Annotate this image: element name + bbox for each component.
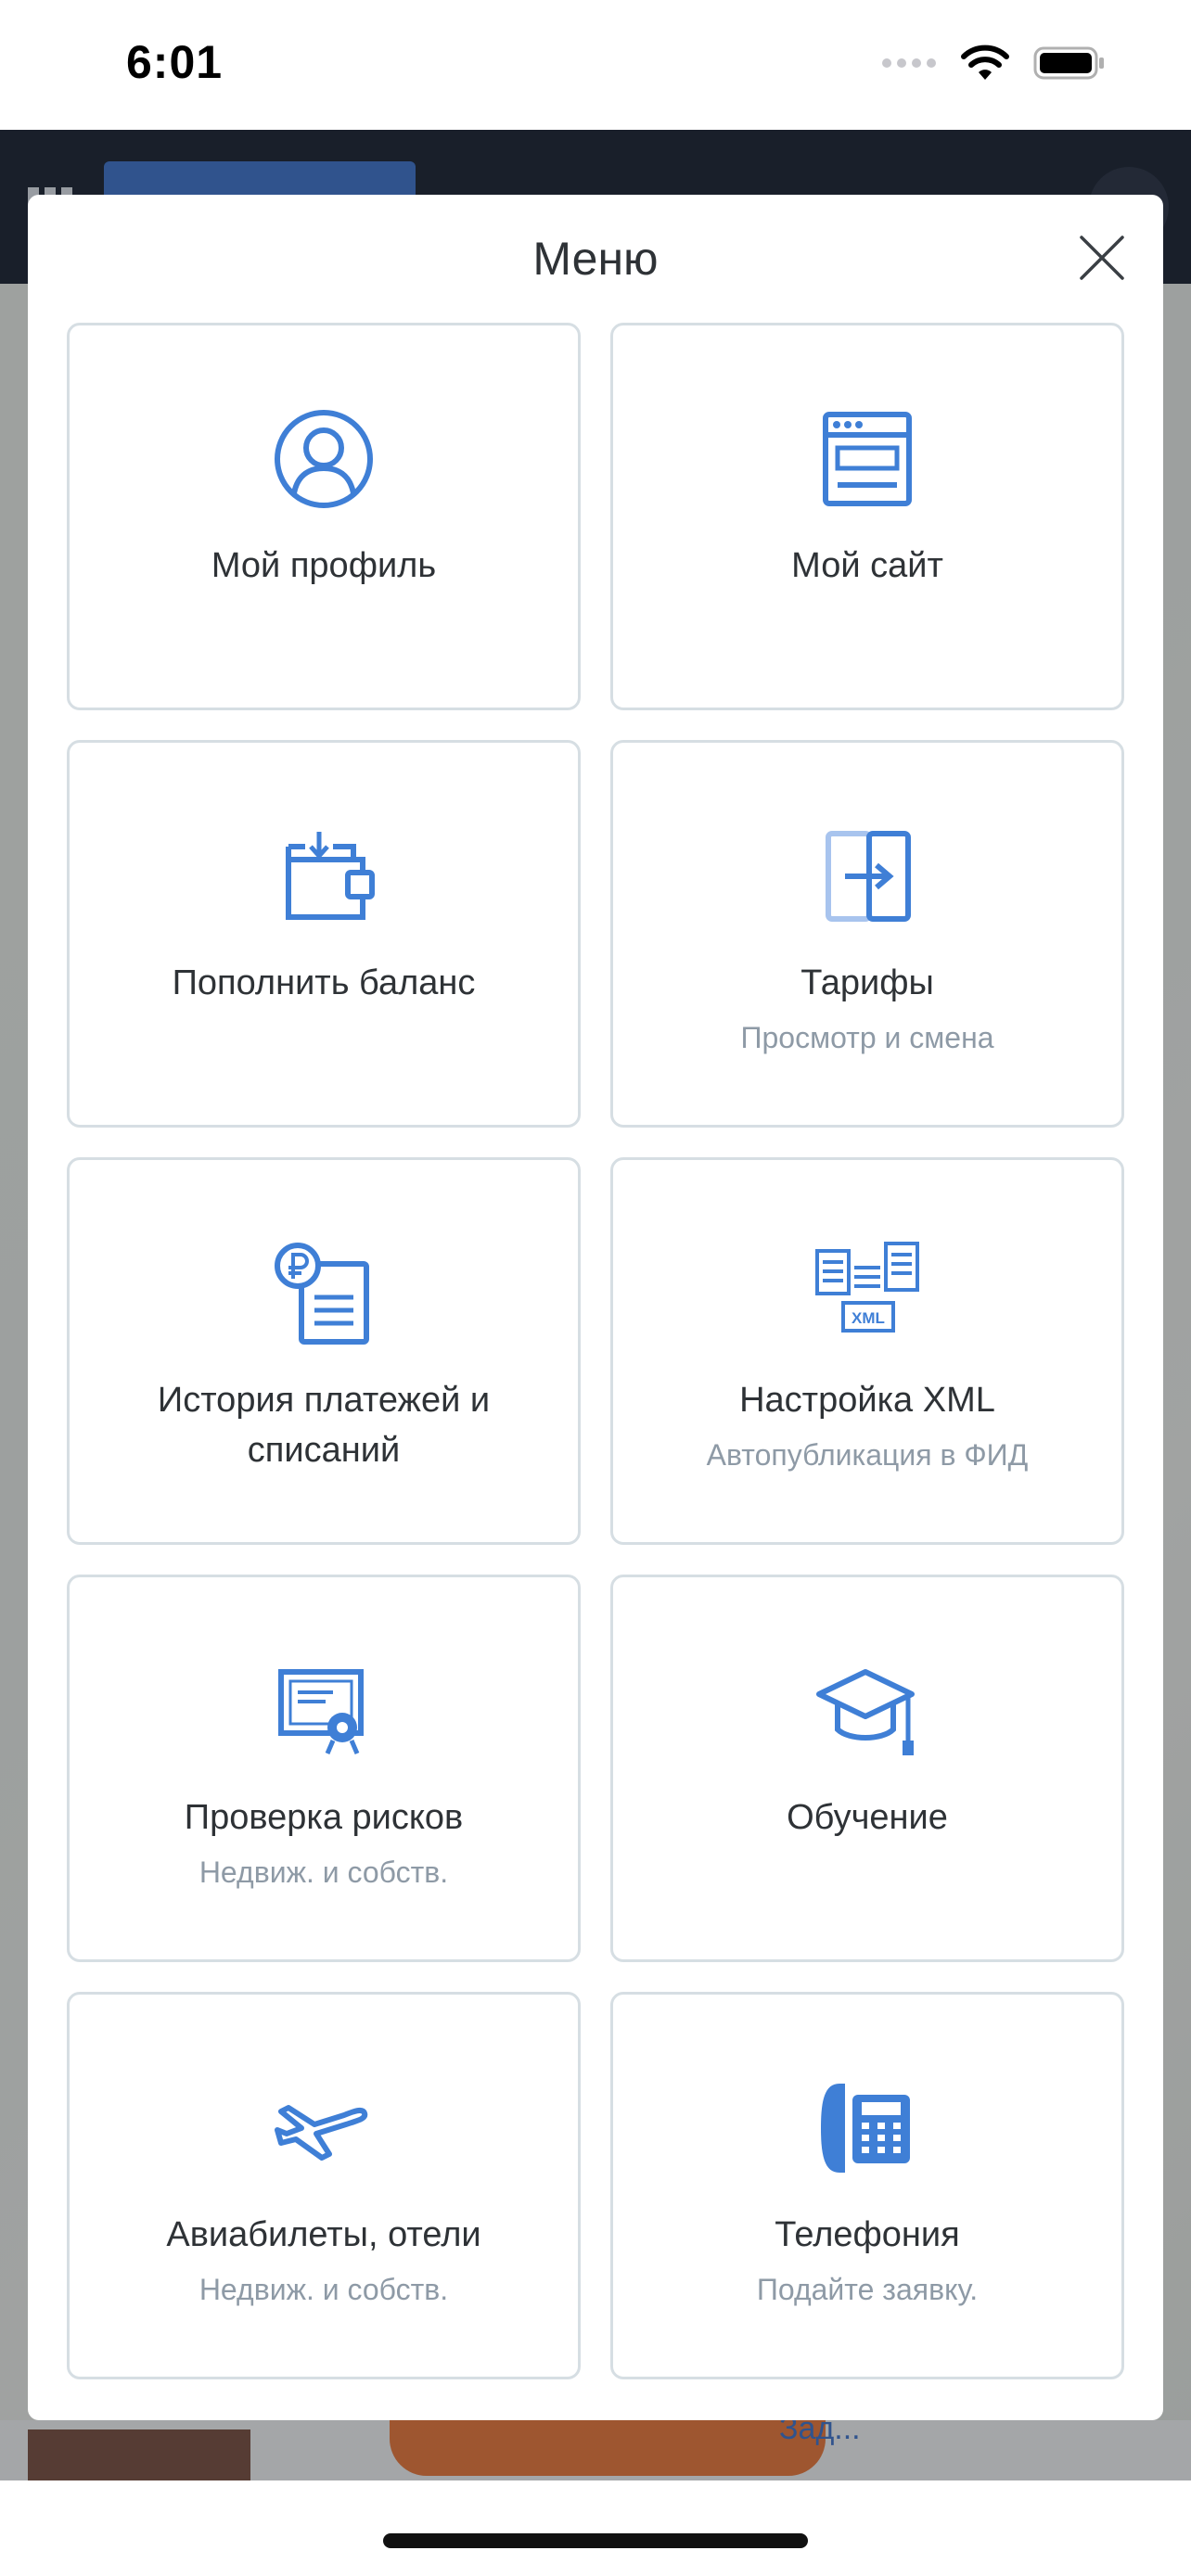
menu-item-label: Мой профиль: [211, 546, 437, 585]
status-icons: [881, 45, 1108, 82]
close-icon: [1080, 236, 1124, 280]
menu-item-subtitle: Автопубликация в ФИД: [706, 1438, 1029, 1472]
menu-item-subtitle: Подайте заявку.: [756, 2273, 979, 2306]
browser-window-icon: [823, 412, 912, 506]
menu-item-label: Тарифы: [800, 963, 934, 1002]
menu-item-label: Проверка рисков: [184, 1798, 464, 1837]
ruble-document-icon: [275, 1243, 369, 1345]
certificate-icon: [278, 1669, 364, 1754]
menu-item-label: Пополнить баланс: [172, 963, 476, 1002]
menu-item-xml-settings[interactable]: XML Настройка XML Автопубликация в ФИД: [610, 1157, 1124, 1545]
close-button[interactable]: [1072, 228, 1132, 287]
user-circle-icon: [275, 410, 373, 508]
menu-item-tariffs[interactable]: Тарифы Просмотр и смена: [610, 740, 1124, 1128]
menu-item-label: Телефония: [775, 2215, 960, 2254]
menu-item-label: Авиабилеты, отели: [166, 2215, 481, 2254]
menu-item-subtitle: Просмотр и смена: [740, 1021, 994, 1054]
status-time: 6:01: [126, 36, 224, 88]
wifi-icon: [961, 45, 1009, 80]
wallet-icon: [286, 832, 375, 920]
telephone-icon: [821, 2084, 910, 2173]
cellular-signal-icon: [882, 58, 936, 68]
menu-item-top-up-balance[interactable]: Пополнить баланс: [67, 740, 581, 1128]
xml-feed-icon: XML: [815, 1242, 919, 1333]
menu-item-label: Настройка XML: [739, 1381, 995, 1420]
menu-item-flights-hotels[interactable]: Авиабилеты, отели Недвиж. и собств.: [67, 1992, 581, 2379]
menu-item-label: Мой сайт: [791, 546, 943, 585]
battery-icon: [1033, 46, 1104, 80]
status-bar: 6:01: [0, 0, 1191, 130]
menu-item-label: Обучение: [787, 1798, 948, 1837]
menu-item-subtitle: Недвиж. и собств.: [198, 2273, 449, 2306]
svg-text:XML: XML: [852, 1309, 885, 1327]
menu-item-risk-check[interactable]: Проверка рисков Недвиж. и собств.: [67, 1575, 581, 1962]
menu-item-training[interactable]: Обучение: [610, 1575, 1124, 1962]
airplane-icon: [275, 2105, 368, 2161]
graduation-cap-icon: [816, 1669, 915, 1755]
menu-item-profile[interactable]: Мой профиль: [67, 323, 581, 710]
switch-plan-icon: [826, 831, 911, 922]
home-indicator[interactable]: [383, 2533, 808, 2548]
menu-item-subtitle: Недвиж. и собств.: [198, 1855, 449, 1889]
modal-title: Меню: [532, 233, 659, 285]
menu-item-payment-history[interactable]: История платежей и списаний: [67, 1157, 581, 1545]
menu-item-label: История платежей и списаний: [157, 1381, 491, 1470]
menu-item-telephony[interactable]: Телефония Подайте заявку.: [610, 1992, 1124, 2379]
menu-modal: Меню Мой профиль Мой сайт Пополнить бала…: [28, 195, 1163, 2420]
menu-item-site[interactable]: Мой сайт: [610, 323, 1124, 710]
